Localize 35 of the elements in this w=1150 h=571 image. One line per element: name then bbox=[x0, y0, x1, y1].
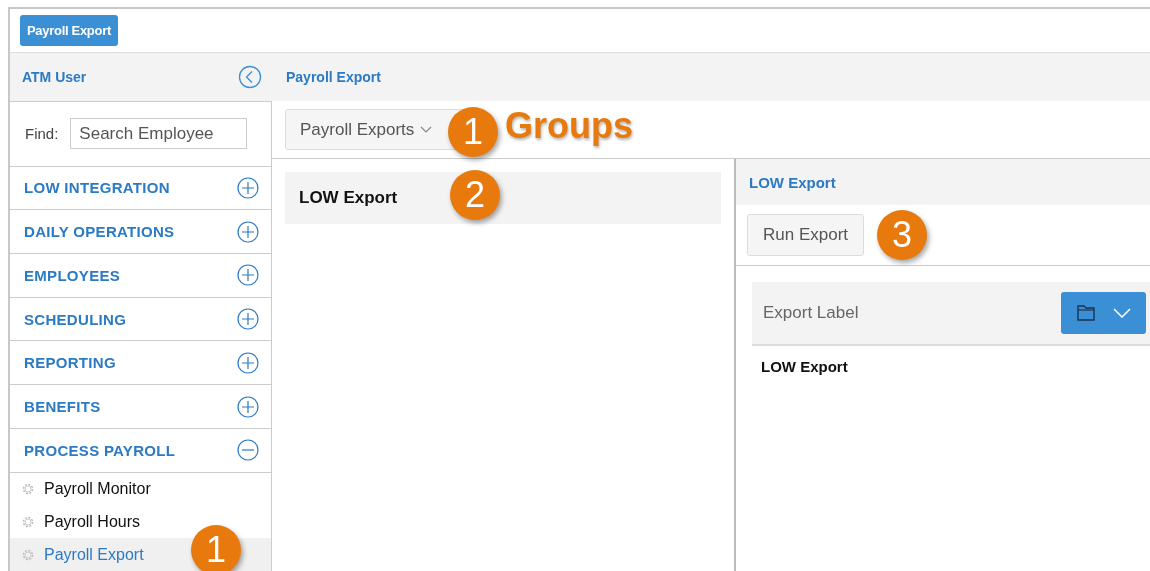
chevron-down-icon bbox=[420, 125, 433, 134]
plus-circle-icon[interactable] bbox=[237, 395, 259, 418]
gear-icon bbox=[20, 481, 36, 497]
menu-section[interactable]: BENEFITS bbox=[10, 385, 271, 429]
plus-circle-icon[interactable] bbox=[237, 308, 259, 331]
menu-section[interactable]: REPORTING bbox=[10, 341, 271, 386]
folder-icon bbox=[1075, 304, 1096, 322]
find-label: Find: bbox=[25, 125, 59, 143]
folder-menu-button[interactable] bbox=[1061, 292, 1146, 334]
menu-item[interactable]: Payroll Monitor bbox=[20, 472, 151, 506]
plus-circle-icon[interactable] bbox=[237, 220, 259, 243]
breadcrumb: Payroll Export bbox=[286, 69, 381, 85]
menu-section[interactable]: LOW INTEGRATION bbox=[10, 166, 271, 211]
minus-circle-icon[interactable] bbox=[237, 439, 259, 462]
detail-title: LOW Export bbox=[749, 173, 836, 191]
menu-section[interactable]: EMPLOYEES bbox=[10, 254, 271, 298]
payroll-export-button[interactable]: Payroll Export bbox=[20, 15, 118, 46]
collapse-icon[interactable] bbox=[238, 65, 262, 89]
menu-section[interactable]: SCHEDULING bbox=[10, 297, 271, 342]
plus-circle-icon[interactable] bbox=[237, 264, 259, 287]
user-name: ATM User bbox=[22, 69, 87, 85]
callout-caption: Groups bbox=[505, 105, 633, 147]
menu-section[interactable]: DAILY OPERATIONS bbox=[10, 210, 271, 255]
table-cell: LOW Export bbox=[761, 358, 848, 375]
step-badge: 1 bbox=[448, 107, 498, 157]
chevron-down-icon bbox=[1113, 308, 1132, 318]
column-header: Export Label bbox=[763, 303, 859, 323]
step-badge: 3 bbox=[877, 210, 927, 260]
menu-item[interactable]: Payroll Hours bbox=[20, 505, 141, 539]
step-badge: 1 bbox=[191, 525, 241, 571]
search-field[interactable]: Search Employee bbox=[70, 118, 248, 150]
run-export-button[interactable]: Run Export bbox=[747, 214, 865, 256]
plus-circle-icon[interactable] bbox=[237, 176, 259, 199]
plus-circle-icon[interactable] bbox=[237, 351, 259, 374]
menu-section[interactable]: PROCESS PAYROLL bbox=[10, 428, 271, 473]
